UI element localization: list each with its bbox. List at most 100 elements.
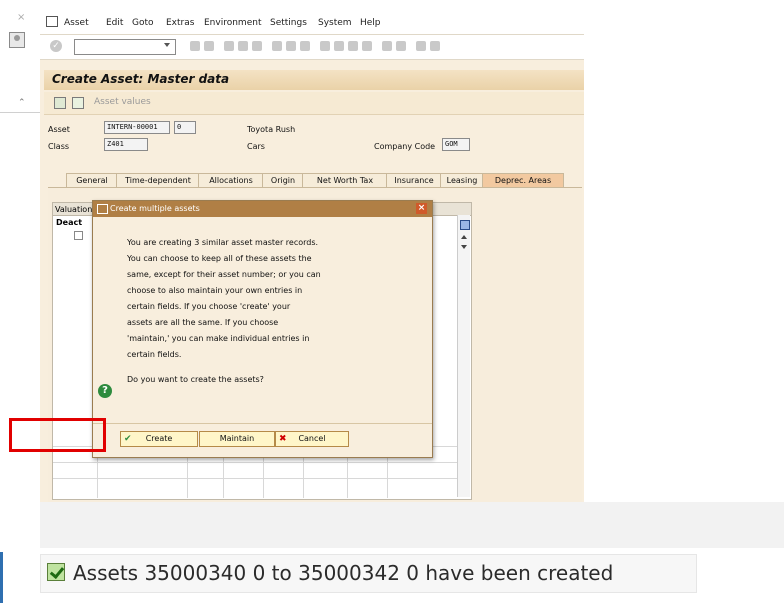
status-area: Assets 35000340 0 to 35000342 0 have bee… bbox=[40, 502, 784, 603]
cancel-x-icon: ✖ bbox=[279, 434, 287, 444]
tab-allocations[interactable]: Allocations bbox=[198, 173, 264, 187]
grid-row-line bbox=[53, 462, 457, 463]
title-bar: Create Asset: Master data bbox=[44, 70, 584, 90]
tab-net-worth-tax[interactable]: Net Worth Tax bbox=[302, 173, 388, 187]
new-session-icon[interactable] bbox=[382, 41, 392, 51]
menu-goto[interactable]: Goto bbox=[132, 18, 154, 28]
dialog-window-icon bbox=[97, 204, 108, 214]
scroll-up-icon[interactable] bbox=[461, 235, 467, 239]
maintain-button-label: Maintain bbox=[219, 434, 255, 443]
tab-time-dependent[interactable]: Time-dependent bbox=[116, 173, 200, 187]
tab-general[interactable]: General bbox=[66, 173, 118, 187]
menu-settings[interactable]: Settings bbox=[270, 18, 307, 28]
tab-deprec-areas[interactable]: Deprec. Areas bbox=[482, 173, 564, 187]
close-icon[interactable]: × bbox=[17, 12, 25, 23]
last-page-icon[interactable] bbox=[362, 41, 372, 51]
menu-bar: Asset Edit Goto Extras Environment Setti… bbox=[40, 12, 584, 35]
chevron-up-icon[interactable]: ⌃ bbox=[18, 98, 26, 108]
other-asset-icon[interactable] bbox=[54, 97, 66, 109]
next-page-icon[interactable] bbox=[348, 41, 358, 51]
shortcut-icon[interactable] bbox=[396, 41, 406, 51]
create-button-label: Create bbox=[145, 434, 173, 443]
dialog-message-line: You are creating 3 similar asset master … bbox=[127, 238, 319, 247]
dialog-message-line: choose to also maintain your own entries… bbox=[127, 286, 303, 295]
asset-values-button[interactable]: Asset values bbox=[94, 97, 151, 107]
previous-page-icon[interactable] bbox=[334, 41, 344, 51]
create-multiple-assets-dialog: Create multiple assets × You are creatin… bbox=[92, 200, 433, 458]
menu-asset[interactable]: Asset bbox=[64, 18, 89, 28]
dialog-message-line: certain fields. If you choose 'create' y… bbox=[127, 302, 291, 311]
command-field[interactable] bbox=[74, 39, 176, 55]
tab-insurance[interactable]: Insurance bbox=[386, 173, 442, 187]
dialog-message-line: You can choose to keep all of these asse… bbox=[127, 254, 312, 263]
class-field[interactable]: Z401 bbox=[104, 138, 148, 151]
company-code-field[interactable]: GOM bbox=[442, 138, 470, 151]
command-dropdown-icon[interactable] bbox=[164, 43, 170, 47]
class-description: Cars bbox=[247, 142, 265, 151]
application-toolbar: Asset values bbox=[44, 92, 584, 115]
tab-origin[interactable]: Origin bbox=[262, 173, 304, 187]
deact-checkbox[interactable] bbox=[74, 231, 83, 240]
dialog-message-line: assets are all the same. If you choose bbox=[127, 318, 279, 327]
success-check-icon bbox=[47, 563, 65, 581]
menu-help[interactable]: Help bbox=[360, 18, 381, 28]
dialog-titlebar: Create multiple assets × bbox=[93, 201, 432, 217]
table-settings-icon[interactable] bbox=[460, 220, 470, 230]
menu-environment[interactable]: Environment bbox=[204, 18, 261, 28]
menu-system[interactable]: System bbox=[318, 18, 352, 28]
exit-icon[interactable] bbox=[238, 41, 248, 51]
dialog-message-line: same, except for their asset number; or … bbox=[127, 270, 321, 279]
cancel-button[interactable]: ✖ Cancel bbox=[275, 431, 349, 447]
menu-window-icon[interactable] bbox=[46, 16, 58, 27]
class-label: Class bbox=[48, 142, 70, 151]
enter-icon[interactable]: ✓ bbox=[50, 40, 62, 52]
menu-extras[interactable]: Extras bbox=[166, 18, 194, 28]
status-message-text: Assets 35000340 0 to 35000342 0 have bee… bbox=[73, 561, 614, 585]
checkmark-icon: ✔ bbox=[124, 434, 132, 444]
dialog-divider bbox=[93, 423, 432, 424]
print-icon[interactable] bbox=[272, 41, 282, 51]
create-asset-icon[interactable] bbox=[72, 97, 84, 109]
asset-label: Asset bbox=[48, 125, 70, 134]
tab-leasing[interactable]: Leasing bbox=[440, 173, 484, 187]
deact-column-header: Deact bbox=[53, 216, 97, 228]
avatar-icon[interactable] bbox=[9, 32, 25, 48]
status-message-bar[interactable]: Assets 35000340 0 to 35000342 0 have bee… bbox=[40, 554, 697, 593]
dialog-question: Do you want to create the assets? bbox=[127, 375, 264, 384]
create-button[interactable]: ✔ Create bbox=[120, 431, 198, 447]
highlight-box bbox=[9, 418, 106, 452]
menu-edit[interactable]: Edit bbox=[106, 18, 123, 28]
table-scrollbar[interactable] bbox=[457, 215, 470, 497]
asset-description: Toyota Rush bbox=[247, 125, 296, 134]
company-code-label: Company Code bbox=[374, 142, 436, 151]
dialog-message-line: 'maintain,' you can make individual entr… bbox=[127, 334, 310, 343]
maintain-button[interactable]: Maintain bbox=[199, 431, 275, 447]
first-page-icon[interactable] bbox=[320, 41, 330, 51]
find-icon[interactable] bbox=[286, 41, 296, 51]
scroll-down-icon[interactable] bbox=[461, 245, 467, 249]
table-header-label: Valuation bbox=[55, 205, 93, 214]
left-rail: × ⌃ bbox=[0, 0, 40, 112]
dialog-title: Create multiple assets bbox=[110, 204, 200, 213]
find-next-icon[interactable] bbox=[300, 41, 310, 51]
window-edge-accent bbox=[0, 552, 3, 603]
dialog-message-line: certain fields. bbox=[127, 350, 182, 359]
question-icon: ? bbox=[98, 384, 112, 398]
page-title: Create Asset: Master data bbox=[52, 72, 230, 86]
asset-number-field[interactable]: INTERN-00001 bbox=[104, 121, 170, 134]
grid-row-line bbox=[53, 478, 457, 479]
asset-subnumber-field[interactable]: 0 bbox=[174, 121, 196, 134]
status-strip bbox=[40, 502, 784, 548]
back-nav-icon[interactable] bbox=[224, 41, 234, 51]
dialog-close-button[interactable]: × bbox=[416, 203, 427, 214]
back-icon[interactable] bbox=[190, 41, 200, 51]
cancel-icon[interactable] bbox=[252, 41, 262, 51]
rail-divider bbox=[0, 112, 40, 113]
deact-column-label: Deact bbox=[56, 218, 83, 227]
standard-toolbar: ✓ bbox=[40, 35, 584, 60]
help-icon[interactable] bbox=[416, 41, 426, 51]
save-icon[interactable] bbox=[204, 41, 214, 51]
layout-icon[interactable] bbox=[430, 41, 440, 51]
dialog-message: You are creating 3 similar asset master … bbox=[127, 235, 327, 363]
cancel-button-label: Cancel bbox=[298, 434, 326, 443]
